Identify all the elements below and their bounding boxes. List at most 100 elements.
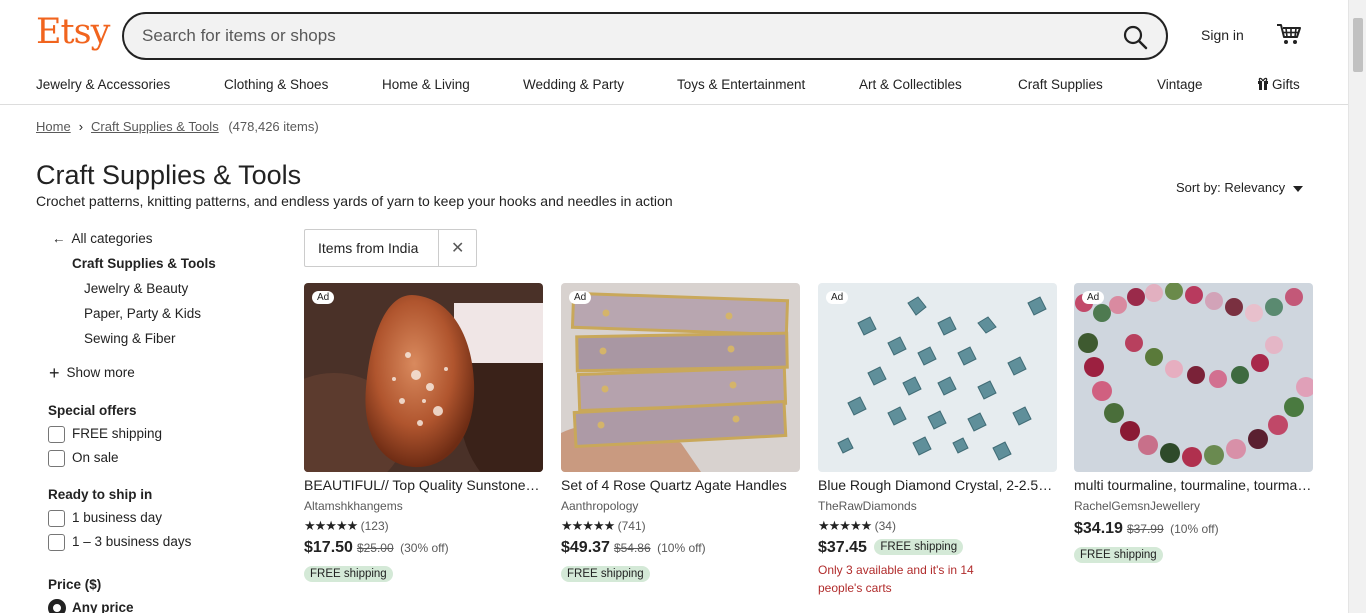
on-sale-label: On sale (72, 450, 119, 465)
nav-vintage[interactable]: Vintage (1157, 77, 1203, 92)
product-image[interactable]: Ad (1074, 283, 1313, 472)
product-card[interactable]: Ad multi tourmaline, tourmaline, tourmal… (1074, 283, 1313, 563)
free-shipping-text: FREE shipping (304, 566, 393, 582)
star-rating-icon: ★★★★★ (818, 518, 872, 533)
any-price-radio[interactable] (48, 599, 66, 613)
product-image[interactable]: Ad (818, 283, 1057, 472)
page-scrollbar[interactable] (1348, 0, 1366, 613)
show-more-button[interactable]: + Show more (49, 363, 135, 384)
ad-badge: Ad (1082, 291, 1105, 304)
price-line: $17.50 $25.00 (30% off) (304, 539, 449, 557)
price: $37.45 (818, 539, 867, 556)
search-bar (122, 12, 1168, 60)
any-price-label[interactable]: Any price (72, 600, 134, 613)
category-nav: Jewelry & Accessories Clothing & Shoes H… (0, 70, 1348, 105)
price: $49.37 (561, 539, 610, 556)
rating: ★★★★★ (123) (304, 518, 389, 534)
ad-badge: Ad (569, 291, 592, 304)
breadcrumb-current[interactable]: Craft Supplies & Tools (91, 119, 219, 134)
active-filter-chip: Items from India ✕ (304, 229, 477, 267)
free-shipping-text: FREE shipping (1074, 547, 1163, 563)
search-input[interactable] (142, 24, 1102, 48)
price: $34.19 (1074, 520, 1123, 537)
sign-in-link[interactable]: Sign in (1201, 27, 1244, 43)
nav-clothing-shoes[interactable]: Clothing & Shoes (224, 77, 328, 92)
free-shipping-badge: FREE shipping (874, 539, 964, 555)
gift-icon (1258, 77, 1268, 90)
rating: ★★★★★ (34) (818, 518, 896, 534)
one-three-days-checkbox[interactable] (48, 534, 65, 551)
cart-icon[interactable] (1276, 22, 1302, 46)
ad-badge: Ad (312, 291, 335, 304)
review-count: (34) (874, 519, 896, 533)
breadcrumb: Home › Craft Supplies & Tools (478,426 ite… (36, 119, 319, 134)
scrollbar-thumb[interactable] (1353, 18, 1363, 72)
review-count: (741) (617, 519, 646, 533)
original-price: $25.00 (356, 541, 394, 555)
on-sale-checkbox[interactable] (48, 450, 65, 467)
product-title[interactable]: Blue Rough Diamond Crystal, 2-2.5mm (818, 477, 1057, 493)
arrow-left-icon: ← (52, 231, 66, 246)
product-title[interactable]: multi tourmaline, tourmaline, tourmaline… (1074, 477, 1313, 493)
nav-craft-supplies[interactable]: Craft Supplies (1018, 77, 1103, 92)
plus-icon: + (49, 363, 60, 383)
star-rating-icon: ★★★★★ (561, 518, 615, 533)
price-line: $49.37 $54.86 (10% off) (561, 539, 706, 557)
one-day-label: 1 business day (72, 510, 163, 525)
special-offers-heading: Special offers (48, 403, 137, 418)
breadcrumb-home[interactable]: Home (36, 119, 71, 134)
one-day-checkbox[interactable] (48, 510, 65, 527)
free-shipping-badge: FREE shipping (1074, 545, 1163, 563)
shop-name[interactable]: RachelGemsnJewellery (1074, 499, 1200, 513)
one-three-days-label: 1 – 3 business days (72, 534, 192, 549)
star-rating-icon: ★★★★★ (304, 518, 358, 533)
product-card[interactable]: Ad Set of 4 Rose Quartz Agate Handles Aa… (561, 283, 800, 582)
nav-wedding-party[interactable]: Wedding & Party (523, 77, 624, 92)
caret-down-icon (1293, 185, 1304, 192)
search-icon[interactable] (1122, 24, 1148, 50)
current-category[interactable]: Craft Supplies & Tools (72, 256, 216, 271)
free-shipping-badge: FREE shipping (304, 564, 393, 582)
product-image[interactable]: Ad (304, 283, 543, 472)
nav-gifts[interactable]: Gifts (1257, 77, 1300, 92)
discount: (10% off) (657, 541, 706, 555)
product-title[interactable]: Set of 4 Rose Quartz Agate Handles (561, 477, 800, 493)
discount: (30% off) (400, 541, 449, 555)
all-categories-label: All categories (71, 231, 153, 246)
etsy-logo[interactable]: Etsy (36, 12, 110, 52)
price-line: $37.45 FREE shipping (818, 539, 964, 557)
nav-home-living[interactable]: Home & Living (382, 77, 470, 92)
page-title: Craft Supplies & Tools (36, 160, 302, 190)
stock-warning: Only 3 available and it's in 14 people's… (818, 563, 974, 595)
subcategory-sewing-fiber[interactable]: Sewing & Fiber (84, 331, 176, 346)
filter-chip-label: Items from India (318, 240, 419, 256)
price: $17.50 (304, 539, 353, 556)
product-card[interactable]: Ad BEAUTIFUL// Top Quality Sunstone Pear… (304, 283, 543, 582)
product-title[interactable]: BEAUTIFUL// Top Quality Sunstone Pear Ca… (304, 477, 543, 493)
price-heading: Price ($) (48, 577, 102, 592)
rating: ★★★★★ (741) (561, 518, 646, 534)
free-shipping-checkbox[interactable] (48, 426, 65, 443)
close-icon[interactable]: ✕ (451, 238, 464, 258)
all-categories-link[interactable]: ← All categories (52, 231, 153, 246)
free-shipping-text: FREE shipping (561, 566, 650, 582)
sort-dropdown[interactable]: Sort by: Relevancy (1176, 180, 1304, 195)
nav-toys-entertainment[interactable]: Toys & Entertainment (677, 77, 805, 92)
nav-gifts-label: Gifts (1272, 77, 1300, 92)
free-shipping-badge: FREE shipping (561, 564, 650, 582)
chip-divider (438, 230, 439, 266)
shop-name[interactable]: TheRawDiamonds (818, 499, 917, 513)
product-card[interactable]: Ad Blue Rough Diamond Crystal, 2-2.5mm T… (818, 283, 1057, 595)
review-count: (123) (360, 519, 389, 533)
shop-name[interactable]: Altamshkhangems (304, 499, 403, 513)
shop-name[interactable]: Aanthropology (561, 499, 638, 513)
ad-badge: Ad (826, 291, 849, 304)
subcategory-paper-party-kids[interactable]: Paper, Party & Kids (84, 306, 201, 321)
nav-jewelry-accessories[interactable]: Jewelry & Accessories (36, 77, 170, 92)
nav-art-collectibles[interactable]: Art & Collectibles (859, 77, 962, 92)
page-subtitle: Crochet patterns, knitting patterns, and… (36, 193, 673, 209)
subcategory-jewelry-beauty[interactable]: Jewelry & Beauty (84, 281, 188, 296)
sort-label: Sort by: Relevancy (1176, 180, 1286, 195)
product-image[interactable]: Ad (561, 283, 800, 472)
discount: (10% off) (1170, 522, 1219, 536)
